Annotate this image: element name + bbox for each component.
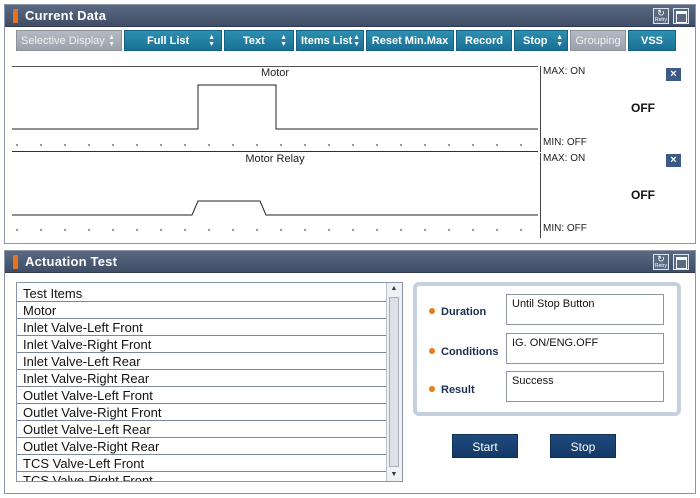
full-list-dropdown[interactable]: Full List ▲ ▼ (124, 30, 222, 51)
list-item[interactable]: Outlet Valve-Left Rear (17, 421, 387, 438)
stop-dropdown-label: Stop (523, 35, 548, 47)
duration-label: Duration (429, 306, 486, 318)
text-label: Text (243, 35, 265, 47)
motor-relay-signal-line (12, 200, 538, 216)
retry-icon[interactable]: ↻ Retry (653, 254, 669, 270)
close-graph-motor-button[interactable]: × (666, 68, 681, 81)
list-item[interactable]: TCS Valve-Left Front (17, 455, 387, 472)
bullet-icon (429, 386, 435, 392)
result-value: Success (506, 371, 664, 402)
full-list-label: Full List (147, 35, 190, 47)
close-graph-motor-relay-button[interactable]: × (666, 154, 681, 167)
conditions-label-text: Conditions (441, 346, 499, 358)
selective-display-dropdown[interactable]: Selective Display ▲ ▼ (16, 30, 122, 51)
motor-relay-axis-ticks (16, 229, 522, 231)
list-header: Test Items (17, 285, 387, 302)
retry-label: Retry (655, 17, 667, 23)
test-info-box: Duration Until Stop Button Conditions IG… (413, 282, 681, 416)
header-marker (13, 9, 18, 23)
grouping-button[interactable]: Grouping (570, 30, 626, 51)
result-label-text: Result (441, 384, 475, 396)
vss-button[interactable]: VSS (628, 30, 676, 51)
chevron-updown-icon: ▲ ▼ (280, 34, 287, 48)
reset-min-max-button[interactable]: Reset Min.Max (366, 30, 454, 51)
conditions-label: Conditions (429, 346, 498, 358)
chevron-updown-icon: ▲ ▼ (208, 34, 215, 48)
chevron-updown-icon: ▲ ▼ (556, 34, 563, 48)
list-item[interactable]: Inlet Valve-Left Rear (17, 353, 387, 370)
motor-graph: Motor (12, 66, 538, 152)
items-list-label: Items List (301, 35, 353, 47)
selective-display-label: Selective Display (21, 35, 105, 47)
motor-relay-graph: Motor Relay (12, 153, 538, 238)
list-item[interactable]: Outlet Valve-Right Front (17, 404, 387, 421)
result-label: Result (429, 384, 475, 396)
window-icon[interactable] (673, 254, 689, 270)
stop-button[interactable]: Stop (550, 434, 616, 458)
window-icon[interactable] (673, 8, 689, 24)
list-item[interactable]: Outlet Valve-Right Rear (17, 438, 387, 455)
stop-dropdown[interactable]: Stop ▲ ▼ (514, 30, 568, 51)
actuation-test-header: Actuation Test ↻ Retry (5, 251, 695, 273)
list-item[interactable]: TCS Valve-Right Front (17, 472, 387, 481)
motor-axis-ticks (16, 144, 522, 146)
list-item[interactable]: Motor (17, 302, 387, 319)
current-value: OFF (631, 188, 655, 202)
bullet-icon (429, 308, 435, 314)
current-value: OFF (631, 101, 655, 115)
bullet-icon (429, 348, 435, 354)
max-value: MAX: ON (543, 66, 586, 77)
chevron-updown-icon: ▲ ▼ (108, 34, 115, 48)
motor-signal-plot (12, 84, 538, 152)
scroll-up-icon[interactable]: ▲ (389, 284, 399, 294)
motor-signal-line (12, 84, 538, 130)
scroll-thumb[interactable] (389, 297, 399, 467)
retry-label: Retry (655, 263, 667, 269)
actuation-test-title: Actuation Test (25, 254, 118, 269)
list-item[interactable]: Inlet Valve-Left Front (17, 319, 387, 336)
record-button[interactable]: Record (456, 30, 512, 51)
test-items-list: Test Items Motor Inlet Valve-Left Front … (16, 282, 403, 482)
list-item[interactable]: Inlet Valve-Right Rear (17, 370, 387, 387)
start-button[interactable]: Start (452, 434, 518, 458)
duration-label-text: Duration (441, 306, 487, 318)
min-value: MIN: OFF (543, 137, 587, 148)
current-data-title: Current Data (25, 8, 107, 23)
list-scrollbar[interactable]: ▲ ▼ (386, 283, 402, 481)
current-data-header: Current Data ↻ Retry (5, 5, 695, 27)
min-value: MIN: OFF (543, 223, 587, 234)
conditions-value: IG. ON/ENG.OFF (506, 333, 664, 364)
duration-value: Until Stop Button (506, 294, 664, 325)
motor-relay-signal-plot (12, 200, 538, 231)
graph-area: Motor MAX: ON OFF MIN: OFF × Motor Relay… (12, 66, 694, 238)
scroll-down-icon[interactable]: ▼ (389, 470, 399, 480)
items-list-dropdown[interactable]: Items List ▲ ▼ (296, 30, 364, 51)
retry-icon[interactable]: ↻ Retry (653, 8, 669, 24)
list-item[interactable]: Inlet Valve-Right Front (17, 336, 387, 353)
header-marker (13, 255, 18, 269)
list-item[interactable]: Outlet Valve-Left Front (17, 387, 387, 404)
chevron-updown-icon: ▲ ▼ (353, 34, 360, 48)
max-value: MAX: ON (543, 153, 586, 164)
text-dropdown[interactable]: Text ▲ ▼ (224, 30, 294, 51)
